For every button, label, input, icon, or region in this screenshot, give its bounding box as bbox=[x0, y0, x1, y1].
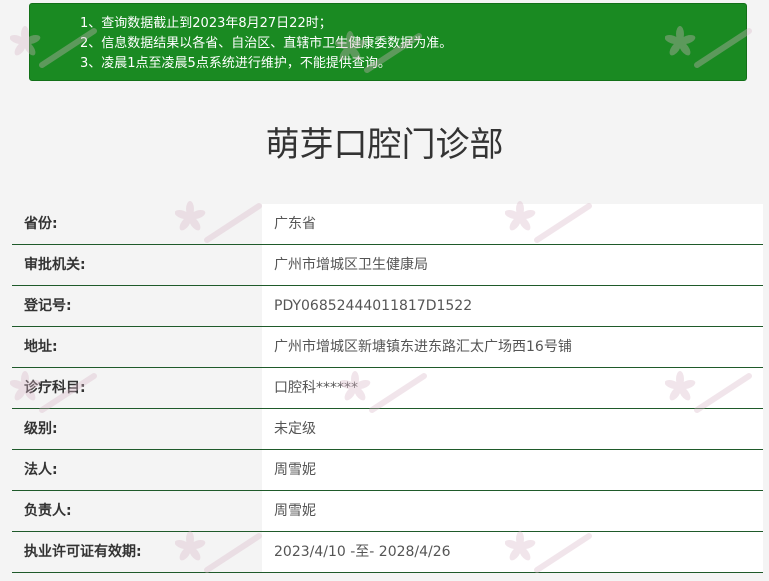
table-row-license-validity: 执业许可证有效期: 2023/4/10 -至- 2028/4/26 bbox=[12, 532, 763, 573]
table-row-person-in-charge: 负责人: 周雪妮 bbox=[12, 491, 763, 532]
table-row-registration-number: 登记号: PDY06852444011817D1522 bbox=[12, 286, 763, 327]
table-row-level: 级别: 未定级 bbox=[12, 409, 763, 450]
row-label: 审批机关: bbox=[12, 245, 262, 285]
row-value: 广东省 bbox=[262, 204, 763, 244]
row-value: 未定级 bbox=[262, 409, 763, 449]
table-row-province: 省份: 广东省 bbox=[12, 204, 763, 245]
info-table: 省份: 广东省 审批机关: 广州市增城区卫生健康局 登记号: PDY068524… bbox=[12, 204, 763, 573]
table-row-address: 地址: 广州市增城区新塘镇东进东路汇太广场西16号铺 bbox=[12, 327, 763, 368]
row-label: 执业许可证有效期: bbox=[12, 532, 262, 572]
notice-line-3: 3、凌晨1点至凌晨5点系统进行维护，不能提供查询。 bbox=[80, 56, 391, 71]
row-label: 负责人: bbox=[12, 491, 262, 531]
row-label: 地址: bbox=[12, 327, 262, 367]
page-title: 萌芽口腔门诊部 bbox=[265, 125, 504, 165]
row-value: 周雪妮 bbox=[262, 450, 763, 490]
row-label: 登记号: bbox=[12, 286, 262, 326]
row-label: 省份: bbox=[12, 204, 262, 244]
table-row-departments: 诊疗科目: 口腔科****** bbox=[12, 368, 763, 409]
row-value: 周雪妮 bbox=[262, 491, 763, 531]
row-label: 诊疗科目: bbox=[12, 368, 262, 408]
notice-line-2: 2、信息数据结果以各省、自治区、直辖市卫生健康委数据为准。 bbox=[80, 36, 453, 51]
row-value: 广州市增城区新塘镇东进东路汇太广场西16号铺 bbox=[262, 327, 763, 367]
page: 1、查询数据截止到2023年8月27日22时； 2、信息数据结果以各省、自治区、… bbox=[0, 0, 769, 581]
notice-banner: 1、查询数据截止到2023年8月27日22时； 2、信息数据结果以各省、自治区、… bbox=[29, 3, 747, 81]
table-row-approval-authority: 审批机关: 广州市增城区卫生健康局 bbox=[12, 245, 763, 286]
row-value: PDY06852444011817D1522 bbox=[262, 286, 763, 326]
row-value: 口腔科****** bbox=[262, 368, 763, 408]
notice-line-1: 1、查询数据截止到2023年8月27日22时； bbox=[80, 16, 332, 31]
row-value: 广州市增城区卫生健康局 bbox=[262, 245, 763, 285]
row-label: 级别: bbox=[12, 409, 262, 449]
row-value: 2023/4/10 -至- 2028/4/26 bbox=[262, 532, 763, 572]
table-row-legal-person: 法人: 周雪妮 bbox=[12, 450, 763, 491]
row-label: 法人: bbox=[12, 450, 262, 490]
